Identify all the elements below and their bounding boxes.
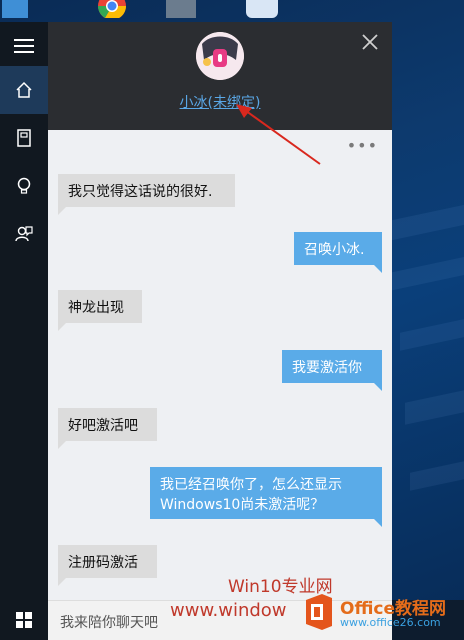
chat-message-user: 我要激活你 [282, 350, 382, 391]
notebook-icon [17, 129, 31, 147]
chat-message-user: 召唤小冰. [294, 232, 382, 273]
chat-input-placeholder: 我来陪你聊天吧 [60, 615, 158, 631]
chat-message-bot: 好吧激活吧 [58, 408, 157, 449]
lightbulb-icon [17, 177, 31, 194]
feedback-icon [15, 226, 33, 242]
notebook-button[interactable] [0, 114, 48, 162]
desktop-app-icon[interactable] [166, 0, 196, 18]
home-icon [16, 81, 32, 98]
feedback-button[interactable] [0, 210, 48, 258]
chat-message-bot: 注册码激活 [58, 545, 157, 586]
cortana-chat-panel: 小冰(未绑定) ••• 我只觉得这话说的很好. 召唤小冰. 神龙出现 我要激活你… [48, 22, 392, 600]
chat-message-user: 我已经召唤你了，怎么还显示Windows10尚未激活呢？ [150, 467, 382, 527]
close-icon [362, 34, 378, 50]
more-options-button[interactable]: ••• [347, 136, 378, 155]
home-button[interactable] [0, 66, 48, 114]
hamburger-menu-button[interactable] [0, 22, 48, 70]
chrome-icon[interactable] [92, 0, 132, 20]
desktop-app-icon[interactable] [246, 0, 278, 18]
close-button[interactable] [360, 32, 380, 52]
chat-message-bot: 我只觉得这话说的很好. [58, 174, 235, 215]
start-button[interactable] [0, 600, 48, 640]
ideas-button[interactable] [0, 162, 48, 210]
cortana-left-rail [0, 22, 48, 600]
xiaoice-avatar[interactable] [196, 32, 244, 80]
watermark-office-url: www.office26.com [340, 616, 441, 629]
windows-start-icon [16, 612, 32, 628]
more-dots-icon: ••• [346, 136, 378, 155]
watermark-site-url: www.window [170, 600, 287, 621]
annotation-arrow [236, 104, 321, 165]
panel-header: 小冰(未绑定) [48, 22, 392, 165]
chat-message-bot: 神龙出现 [58, 290, 142, 331]
desktop-app-icon[interactable] [2, 0, 28, 18]
hamburger-menu-icon [14, 39, 34, 53]
bot-name-link[interactable]: 小冰(未绑定) [48, 92, 392, 112]
desktop-icons-strip [0, 0, 464, 22]
